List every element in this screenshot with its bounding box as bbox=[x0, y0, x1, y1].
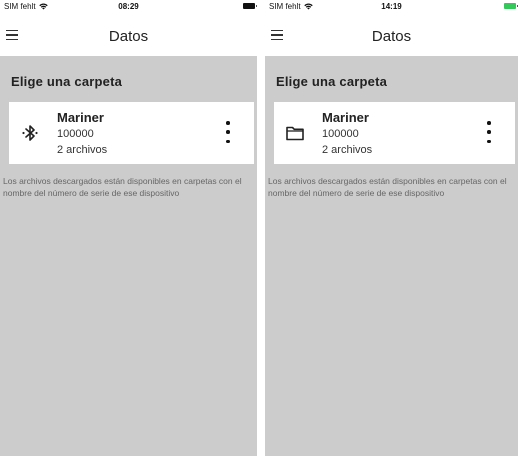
folder-card[interactable]: Mariner 100000 2 archivos bbox=[9, 102, 254, 164]
folder-name: Mariner bbox=[322, 110, 369, 125]
folder-file-count: 2 archivos bbox=[322, 144, 373, 156]
more-vertical-icon[interactable] bbox=[224, 121, 232, 143]
section-title: Elige una carpeta bbox=[11, 74, 123, 89]
folder-card[interactable]: Mariner 100000 2 archivos bbox=[274, 102, 515, 164]
app-bar: Datos bbox=[0, 18, 257, 54]
status-time: 08:29 bbox=[118, 2, 139, 11]
content-area: Elige una carpeta Mariner 100000 2 archi… bbox=[0, 56, 257, 456]
content-area: Elige una carpeta Mariner 100000 2 archi… bbox=[265, 56, 518, 456]
app-bar: Datos bbox=[265, 18, 518, 54]
screens-comparison: SIM fehlt 08:29 Datos Elige una carpeta bbox=[0, 0, 518, 456]
folder-file-count: 2 archivos bbox=[57, 144, 108, 156]
bluetooth-icon bbox=[22, 125, 38, 141]
page-title: Datos bbox=[108, 28, 149, 45]
battery-icon bbox=[243, 3, 257, 9]
status-time: 14:19 bbox=[381, 2, 402, 11]
page-title: Datos bbox=[371, 28, 412, 45]
folder-serial: 100000 bbox=[322, 128, 359, 140]
status-bar: SIM fehlt 08:29 bbox=[0, 0, 257, 15]
info-text: Los archivos descargados están disponibl… bbox=[268, 176, 507, 198]
more-vertical-icon[interactable] bbox=[485, 121, 493, 143]
section-title: Elige una carpeta bbox=[276, 74, 388, 89]
folder-icon bbox=[286, 126, 304, 141]
info-text: Los archivos descargados están disponibl… bbox=[3, 176, 242, 198]
folder-serial: 100000 bbox=[57, 128, 94, 140]
folder-name: Mariner bbox=[57, 110, 104, 125]
screen-right: SIM fehlt 14:19 Datos Elige una carpeta bbox=[265, 0, 518, 456]
status-bar: SIM fehlt 14:19 bbox=[265, 0, 518, 15]
battery-icon bbox=[504, 3, 518, 9]
screen-left: SIM fehlt 08:29 Datos Elige una carpeta bbox=[0, 0, 257, 456]
